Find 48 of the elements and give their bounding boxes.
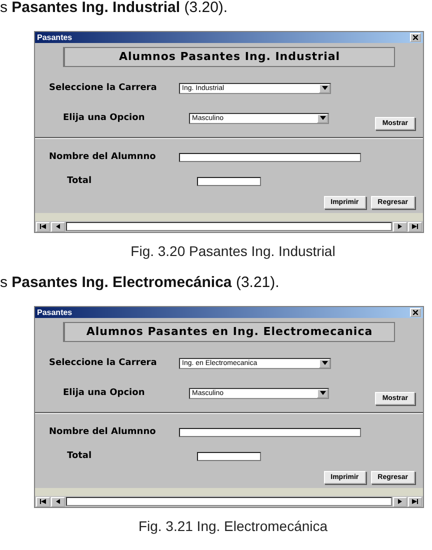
window-title: Pasantes	[37, 32, 72, 42]
previous-icon	[55, 499, 61, 504]
next-icon	[397, 499, 403, 504]
caret-icon	[320, 116, 326, 120]
figure-caption: Fig. 3.20 Pasantes Ing. Industrial	[130, 242, 336, 261]
first-icon	[40, 224, 46, 229]
dropdown-button[interactable]	[319, 358, 330, 368]
caret-icon	[322, 360, 328, 366]
close-button[interactable]	[410, 308, 421, 317]
first-record-button[interactable]	[36, 222, 50, 232]
last-record-button[interactable]	[408, 496, 422, 506]
name-field[interactable]	[179, 428, 361, 436]
form-heading: Alumnos Pasantes en Ing. Electromecanica	[63, 322, 395, 342]
dropdown-button[interactable]	[317, 388, 328, 398]
field-label: Elija una Opcion	[62, 113, 146, 123]
figure-caption: Fig. 3.21 Ing. Electromecánica	[137, 517, 329, 536]
last-icon	[412, 224, 418, 229]
next-record-button[interactable]	[393, 222, 407, 232]
field-label: Seleccione la Carrera	[49, 83, 158, 93]
dropdown-button[interactable]	[317, 114, 328, 122]
close-icon	[413, 35, 418, 40]
previous-icon	[55, 224, 61, 229]
previous-record-button[interactable]	[51, 496, 65, 506]
name-field[interactable]	[179, 152, 361, 162]
total-field[interactable]	[197, 452, 261, 460]
close-button[interactable]	[410, 33, 421, 42]
field-label: Nombre del Alumnno	[49, 152, 157, 162]
first-icon	[40, 499, 46, 504]
caret-icon	[322, 86, 328, 90]
total-field[interactable]	[197, 176, 261, 186]
last-icon	[412, 499, 418, 504]
field-label: Nombre del Alumnno	[49, 427, 157, 437]
body-text: s Pasantes Ing. Electromecánica (3.21).	[0, 273, 280, 293]
first-record-button[interactable]	[36, 496, 50, 506]
close-icon	[413, 310, 418, 315]
body-text: s Pasantes Ing. Industrial (3.20).	[0, 0, 229, 18]
field-label: Elija una Opcion	[62, 388, 146, 398]
caret-icon	[320, 390, 326, 396]
field-label: Total	[66, 451, 93, 461]
previous-record-button[interactable]	[51, 222, 65, 232]
last-record-button[interactable]	[408, 222, 422, 232]
window-title: Pasantes	[37, 308, 72, 318]
dropdown-button[interactable]	[319, 84, 330, 92]
next-record-button[interactable]	[393, 496, 407, 506]
field-label: Seleccione la Carrera	[49, 358, 158, 368]
next-icon	[397, 224, 403, 229]
form-heading: Alumnos Pasantes Ing. Industrial	[63, 47, 395, 67]
field-label: Total	[66, 176, 93, 186]
